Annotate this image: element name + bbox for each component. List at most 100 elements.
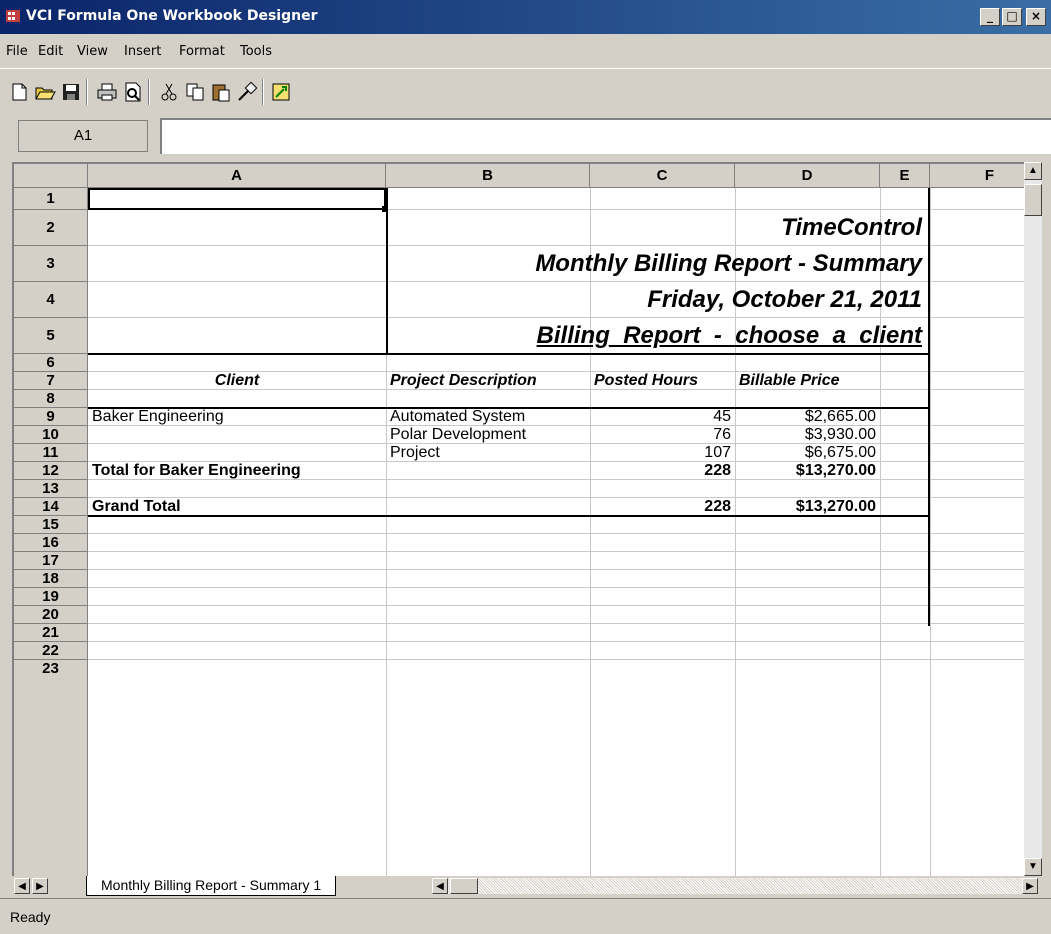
vertical-scrollbar[interactable]: ▲ ▼ xyxy=(1024,162,1042,876)
grid-line xyxy=(88,317,1042,318)
hscroll-left-icon[interactable]: ◀ xyxy=(432,878,448,894)
column-header-c[interactable]: C xyxy=(590,164,735,188)
status-bar: Ready xyxy=(0,898,1051,934)
menu-bar: File Edit View Insert Format Tools xyxy=(0,34,1051,68)
scroll-up-icon[interactable]: ▲ xyxy=(1024,162,1042,180)
row-header[interactable]: 5 xyxy=(14,318,88,354)
column-header-a[interactable]: A xyxy=(88,164,386,188)
cell-hours[interactable]: 76 xyxy=(594,426,731,444)
cut-icon[interactable] xyxy=(158,81,180,103)
row-header[interactable]: 23 xyxy=(14,660,88,876)
sheet-tab[interactable]: Monthly Billing Report - Summary 1 xyxy=(86,876,337,896)
cell-price[interactable]: $6,675.00 xyxy=(739,444,876,462)
grid-line xyxy=(88,281,1042,282)
format-painter-icon[interactable] xyxy=(236,81,258,103)
close-button[interactable]: × xyxy=(1026,8,1046,26)
print-icon[interactable] xyxy=(96,81,118,103)
row-header[interactable]: 14 xyxy=(14,498,88,516)
grid-line xyxy=(88,551,1042,552)
report-border xyxy=(88,353,930,355)
grid-line xyxy=(88,587,1042,588)
scroll-thumb[interactable] xyxy=(1024,184,1042,216)
cell-reference-box[interactable]: A1 xyxy=(18,120,148,152)
menu-view[interactable]: View xyxy=(77,44,108,59)
cell-project[interactable]: Project xyxy=(390,444,440,462)
row-header[interactable]: 6 xyxy=(14,354,88,372)
column-header-d[interactable]: D xyxy=(735,164,880,188)
grid-line xyxy=(88,443,1042,444)
app-icon xyxy=(6,10,20,22)
menu-edit[interactable]: Edit xyxy=(38,44,63,59)
scroll-down-icon[interactable]: ▼ xyxy=(1024,858,1042,876)
row-header[interactable]: 19 xyxy=(14,588,88,606)
wizard-icon[interactable] xyxy=(270,81,292,103)
formula-input[interactable] xyxy=(160,118,1051,154)
row-header[interactable]: 4 xyxy=(14,282,88,318)
cell-project[interactable]: Polar Development xyxy=(390,426,526,444)
row-header[interactable]: 11 xyxy=(14,444,88,462)
report-title: Monthly Billing Report - Summary xyxy=(535,250,922,277)
subtotal-label[interactable]: Total for Baker Engineering xyxy=(92,462,301,480)
paste-icon[interactable] xyxy=(210,81,232,103)
cell-hours[interactable]: 107 xyxy=(594,444,731,462)
status-text: Ready xyxy=(10,909,51,925)
toolbar-separator xyxy=(86,79,88,105)
cell-project[interactable]: Automated System xyxy=(390,408,525,426)
title-bar: VCI Formula One Workbook Designer _ □ × xyxy=(0,0,1051,34)
row-header[interactable]: 10 xyxy=(14,426,88,444)
subtotal-price[interactable]: $13,270.00 xyxy=(739,462,876,480)
header-price: Billable Price xyxy=(739,372,840,389)
row-header[interactable]: 16 xyxy=(14,534,88,552)
tab-next-icon[interactable]: ▶ xyxy=(32,878,48,894)
subtotal-hours[interactable]: 228 xyxy=(594,462,731,480)
row-header[interactable]: 8 xyxy=(14,390,88,408)
restore-button[interactable]: □ xyxy=(1002,8,1022,26)
open-icon[interactable] xyxy=(34,81,56,103)
print-preview-icon[interactable] xyxy=(122,81,144,103)
row-header[interactable]: 15 xyxy=(14,516,88,534)
horizontal-scrollbar[interactable] xyxy=(448,878,1038,894)
new-icon[interactable] xyxy=(8,81,30,103)
row-header[interactable]: 7 xyxy=(14,372,88,390)
menu-file[interactable]: File xyxy=(6,44,28,59)
selected-cell-a1[interactable] xyxy=(88,188,386,210)
column-header-e[interactable]: E xyxy=(880,164,930,188)
row-header[interactable]: 13 xyxy=(14,480,88,498)
row-header[interactable]: 3 xyxy=(14,246,88,282)
row-header[interactable]: 20 xyxy=(14,606,88,624)
grid-line xyxy=(88,569,1042,570)
row-header[interactable]: 1 xyxy=(14,188,88,210)
hscroll-thumb[interactable] xyxy=(450,878,478,894)
grand-total-hours[interactable]: 228 xyxy=(594,498,731,516)
save-icon[interactable] xyxy=(60,81,82,103)
copy-icon[interactable] xyxy=(184,81,206,103)
select-all-corner[interactable] xyxy=(14,164,88,188)
toolbar xyxy=(0,68,1051,112)
spreadsheet-grid[interactable]: A B C D E F 1 2 3 4 5 6 7 8 9 10 11 12 1… xyxy=(12,162,1042,876)
row-header[interactable]: 17 xyxy=(14,552,88,570)
row-header[interactable]: 22 xyxy=(14,642,88,660)
cell-price[interactable]: $3,930.00 xyxy=(739,426,876,444)
grid-line xyxy=(88,641,1042,642)
tab-prev-icon[interactable]: ◀ xyxy=(14,878,30,894)
row-header[interactable]: 18 xyxy=(14,570,88,588)
menu-tools[interactable]: Tools xyxy=(240,44,272,59)
header-hours: Posted Hours xyxy=(594,372,699,389)
report-company: TimeControl xyxy=(781,214,922,241)
grand-total-price[interactable]: $13,270.00 xyxy=(739,498,876,516)
cell-hours[interactable]: 45 xyxy=(594,408,731,426)
grand-total-label[interactable]: Grand Total xyxy=(92,498,181,516)
menu-insert[interactable]: Insert xyxy=(124,44,161,59)
row-header[interactable]: 21 xyxy=(14,624,88,642)
hscroll-right-icon[interactable]: ▶ xyxy=(1022,878,1038,894)
row-header[interactable]: 2 xyxy=(14,210,88,246)
row-header[interactable]: 12 xyxy=(14,462,88,480)
grid-line xyxy=(88,659,1042,660)
grid-line xyxy=(88,623,1042,624)
row-header[interactable]: 9 xyxy=(14,408,88,426)
menu-format[interactable]: Format xyxy=(179,44,225,59)
column-header-b[interactable]: B xyxy=(386,164,590,188)
minimize-button[interactable]: _ xyxy=(980,8,1000,26)
cell-client[interactable]: Baker Engineering xyxy=(92,408,224,426)
cell-price[interactable]: $2,665.00 xyxy=(739,408,876,426)
